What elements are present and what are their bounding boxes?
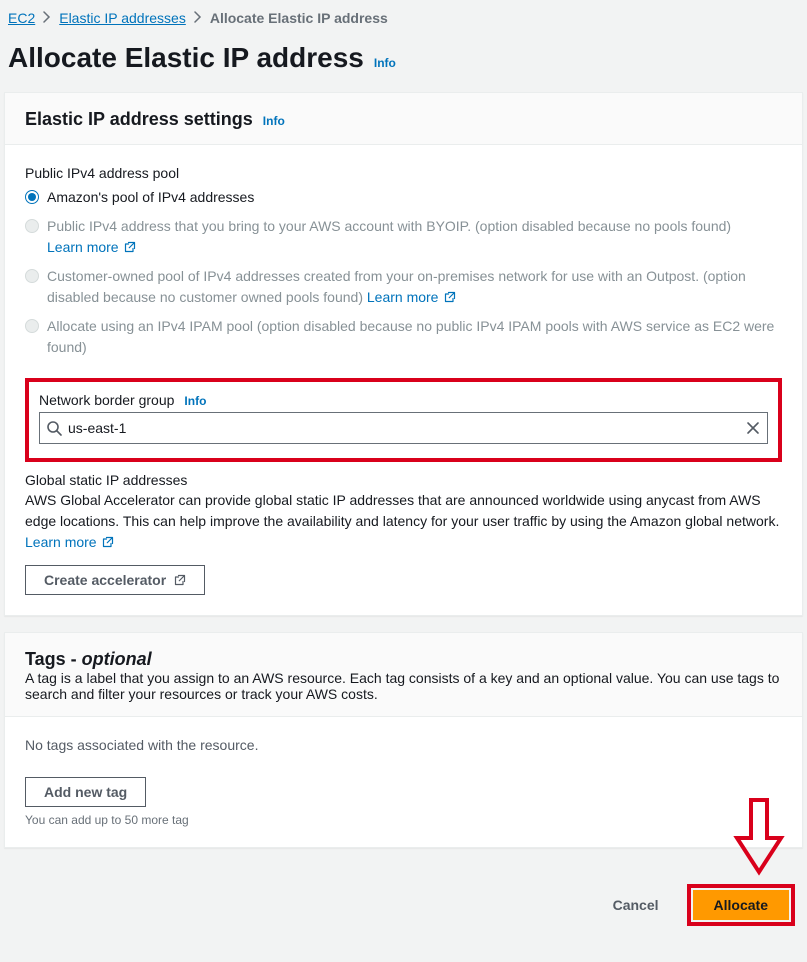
tags-description: A tag is a label that you assign to an A… — [25, 670, 782, 702]
chevron-right-icon — [43, 10, 51, 26]
tags-header-title: Tags - optional — [25, 649, 782, 670]
learn-more-link[interactable]: Learn more — [25, 534, 114, 550]
page-title: Allocate Elastic IP address — [8, 42, 364, 74]
add-new-tag-button[interactable]: Add new tag — [25, 777, 146, 807]
global-static-section: Global static IP addresses AWS Global Ac… — [25, 472, 782, 595]
info-link[interactable]: Info — [184, 394, 206, 408]
global-static-heading: Global static IP addresses — [25, 472, 782, 488]
radio-label: Public IPv4 address that you bring to yo… — [47, 216, 782, 258]
page-header: Allocate Elastic IP address Info — [0, 36, 807, 92]
global-static-desc: AWS Global Accelerator can provide globa… — [25, 490, 782, 553]
chevron-right-icon — [194, 10, 202, 26]
settings-header-title: Elastic IP address settings — [25, 109, 253, 130]
learn-more-link[interactable]: Learn more — [47, 239, 136, 255]
border-group-label: Network border group — [39, 392, 174, 408]
breadcrumb-link-ec2[interactable]: EC2 — [8, 10, 35, 26]
external-link-icon — [444, 291, 456, 303]
border-group-input[interactable] — [62, 420, 745, 436]
radio-customer-owned: Customer-owned pool of IPv4 addresses cr… — [25, 266, 782, 308]
radio-label: Amazon's pool of IPv4 addresses — [47, 187, 782, 208]
external-link-icon — [124, 241, 136, 253]
settings-panel-header: Elastic IP address settings Info — [5, 93, 802, 145]
radio-byoip: Public IPv4 address that you bring to yo… — [25, 216, 782, 258]
tags-panel-header: Tags - optional A tag is a label that yo… — [5, 633, 802, 717]
external-link-icon — [174, 574, 186, 586]
network-border-group-highlight: Network border group Info — [25, 378, 782, 462]
radio-amazon-pool[interactable]: Amazon's pool of IPv4 addresses — [25, 187, 782, 208]
info-link[interactable]: Info — [374, 56, 396, 70]
breadcrumb-current: Allocate Elastic IP address — [210, 10, 388, 26]
radio-icon — [25, 269, 39, 283]
allocate-button[interactable]: Allocate — [693, 890, 789, 920]
learn-more-link[interactable]: Learn more — [367, 289, 456, 305]
tags-empty-message: No tags associated with the resource. — [25, 737, 782, 753]
pool-label: Public IPv4 address pool — [25, 165, 782, 181]
breadcrumb-link-elastic-ip[interactable]: Elastic IP addresses — [59, 10, 186, 26]
radio-icon — [25, 219, 39, 233]
tags-panel: Tags - optional A tag is a label that yo… — [4, 632, 803, 848]
radio-icon — [25, 319, 39, 333]
border-group-search[interactable] — [39, 412, 768, 444]
allocate-highlight: Allocate — [687, 884, 795, 926]
tags-panel-body: No tags associated with the resource. Ad… — [5, 717, 802, 847]
settings-panel: Elastic IP address settings Info Public … — [4, 92, 803, 616]
radio-label: Customer-owned pool of IPv4 addresses cr… — [47, 266, 782, 308]
clear-icon[interactable] — [745, 420, 761, 436]
create-accelerator-button[interactable]: Create accelerator — [25, 565, 205, 595]
footer-actions: Cancel Allocate — [0, 864, 807, 948]
tags-hint: You can add up to 50 more tag — [25, 813, 782, 827]
pool-radio-group: Amazon's pool of IPv4 addresses Public I… — [25, 187, 782, 358]
settings-panel-body: Public IPv4 address pool Amazon's pool o… — [5, 145, 802, 615]
info-link[interactable]: Info — [263, 114, 285, 128]
radio-ipam-pool: Allocate using an IPv4 IPAM pool (option… — [25, 316, 782, 358]
external-link-icon — [102, 536, 114, 548]
breadcrumb: EC2 Elastic IP addresses Allocate Elasti… — [0, 0, 807, 36]
search-icon — [46, 420, 62, 436]
radio-icon — [25, 190, 39, 204]
radio-label: Allocate using an IPv4 IPAM pool (option… — [47, 316, 782, 358]
cancel-button[interactable]: Cancel — [595, 884, 677, 926]
